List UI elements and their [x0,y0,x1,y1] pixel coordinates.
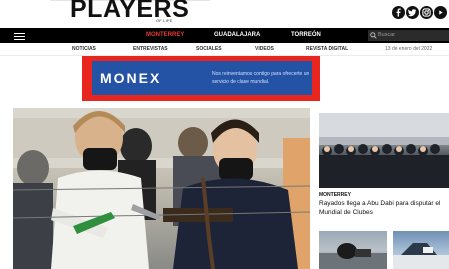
hero-photo[interactable] [13,108,310,269]
thumbnail-2-illustration [393,243,449,269]
subnav-item-entrevistas[interactable]: ENTREVISTAS [133,44,168,54]
ad-tagline: Nos reinventamos contigo para ofrecerte … [212,71,310,85]
site-logo[interactable]: PLAYERS OF LIFE [50,0,210,26]
facebook-icon[interactable] [392,6,405,19]
thumbnail-story-2[interactable] [393,231,449,269]
nav-item-torreon[interactable]: TORREÓN [291,30,321,41]
instagram-icon[interactable] [420,6,433,19]
subnav-item-videos[interactable]: VIDEOS [255,44,274,54]
hero-photo-illustration [13,108,310,269]
twitter-icon[interactable] [406,6,419,19]
search-icon [370,32,377,39]
subnav-item-noticias[interactable]: NOTICIAS [72,44,96,54]
side-story-title[interactable]: Rayados llega a Abu Dabi para disputar e… [319,199,449,217]
social-links [390,6,449,20]
current-date: 13 de enero del 2022 [385,46,433,52]
monex-ad-banner[interactable]: MONEX Nos reinventamos contigo para ofre… [92,61,312,95]
side-story-image[interactable] [319,113,449,188]
sub-nav: NOTICIAS ENTREVISTAS SOCIALES VIDEOS REV… [0,43,449,56]
thumbnail-1-illustration [319,243,387,269]
ad-brand-logo: MONEX [100,70,162,86]
thumbnail-story-1[interactable] [319,231,387,269]
subnav-item-sociales[interactable]: SOCIALES [196,44,222,54]
search-placeholder: Buscar [378,32,396,38]
nav-item-monterrey[interactable]: MONTERREY [146,30,184,41]
logo-subtext: OF LIFE [156,18,173,23]
search-box[interactable]: Buscar [368,30,449,41]
subnav-item-revista-digital[interactable]: REVISTA DIGITAL [306,44,348,54]
main-nav: MONTERREY GUADALAJARA TORREÓN Buscar [0,28,449,43]
nav-item-guadalajara[interactable]: GUADALAJARA [214,30,260,41]
menu-hamburger-icon[interactable] [14,31,27,40]
team-photo-illustration [319,113,449,188]
youtube-icon[interactable] [434,6,447,19]
side-story-category[interactable]: MONTERREY [319,192,351,199]
